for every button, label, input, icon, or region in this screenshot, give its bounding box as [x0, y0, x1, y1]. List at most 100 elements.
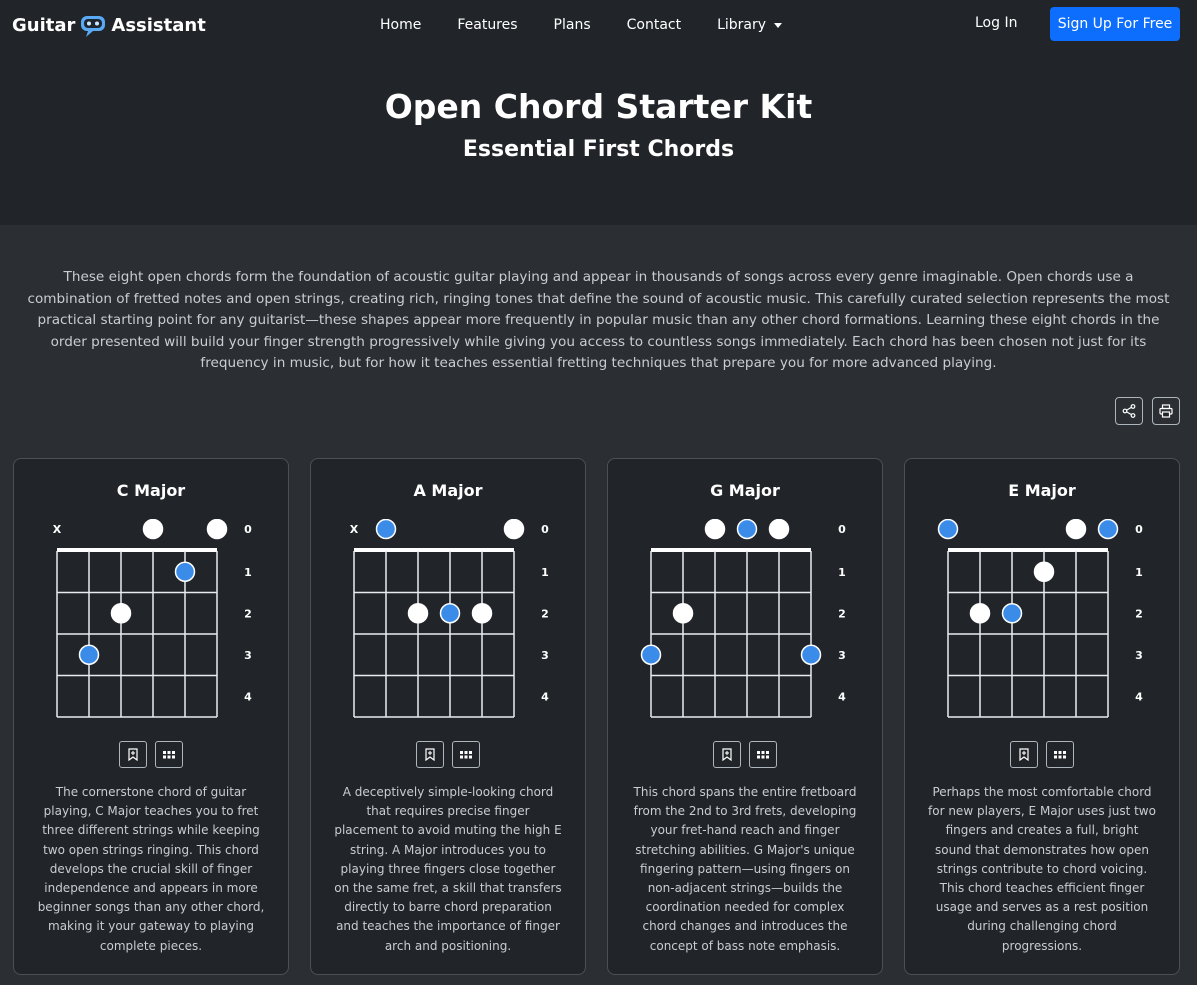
- nav-contact[interactable]: Contact: [609, 17, 699, 33]
- finger-dot: [174, 561, 196, 582]
- fret-label: 0: [1135, 523, 1143, 536]
- bookmark-button[interactable]: [119, 741, 147, 768]
- fret-label: 4: [244, 690, 252, 703]
- finger-dot: [1001, 603, 1023, 624]
- finger-dot: [375, 519, 397, 540]
- muted-marker: X: [53, 523, 62, 536]
- grid-icon: [163, 750, 175, 758]
- finger-dot: [672, 603, 694, 624]
- grid-view-button[interactable]: [155, 741, 183, 768]
- chord-actions: [311, 741, 585, 768]
- nav-links: Home Features Plans Contact Library: [362, 0, 800, 50]
- fret-label: 1: [1135, 566, 1143, 579]
- fret-label: 2: [244, 607, 252, 620]
- chord-actions: [608, 741, 882, 768]
- nut: [651, 548, 811, 552]
- finger-dot: [142, 519, 164, 540]
- brand-logo[interactable]: Guitar Assistant: [12, 12, 206, 38]
- bookmark-button[interactable]: [416, 741, 444, 768]
- fret-label: 1: [838, 566, 846, 579]
- page-title: Open Chord Starter Kit: [384, 87, 813, 126]
- share-button[interactable]: [1115, 397, 1143, 425]
- finger-dot: [471, 603, 493, 624]
- chord-name: C Major: [116, 481, 186, 500]
- fret-label: 4: [541, 690, 549, 703]
- finger-dot: [439, 603, 461, 624]
- finger-dot: [1065, 519, 1087, 540]
- nut: [948, 548, 1108, 552]
- nav-library-dropdown[interactable]: Library: [699, 17, 800, 33]
- grid-view-button[interactable]: [749, 741, 777, 768]
- fret-label: 3: [541, 649, 549, 662]
- print-button[interactable]: [1152, 397, 1180, 425]
- chord-card: A Major 0 1 2 3 4 X A deceptively simple-lookin…: [310, 458, 586, 975]
- fret-label: 1: [244, 566, 252, 579]
- bookmark-icon: [1019, 748, 1029, 761]
- bookmark-icon: [128, 748, 138, 761]
- fret-label: 2: [541, 607, 549, 620]
- chord-card: G Major 0 1 2 3 4 This chord spans the entire …: [607, 458, 883, 975]
- grid-view-button[interactable]: [1046, 741, 1074, 768]
- nav-plans[interactable]: Plans: [536, 17, 609, 33]
- grid-icon: [757, 750, 769, 758]
- hero-banner: Open Chord Starter Kit Essential First C…: [0, 50, 1197, 225]
- chord-card: E Major 0 1 2 3 4 Perhaps the most comfortable…: [904, 458, 1180, 975]
- nut: [57, 548, 217, 552]
- bookmark-button[interactable]: [1010, 741, 1038, 768]
- bookmark-icon: [722, 748, 732, 761]
- share-icon: [1122, 404, 1136, 418]
- nav-features[interactable]: Features: [439, 17, 535, 33]
- bookmark-button[interactable]: [713, 741, 741, 768]
- finger-dot: [110, 603, 132, 624]
- fret-label: 3: [838, 649, 846, 662]
- chord-name: E Major: [1008, 481, 1076, 500]
- fret-label: 2: [838, 607, 846, 620]
- printer-icon: [1159, 404, 1173, 418]
- chord-actions: [14, 741, 288, 768]
- grid-view-button[interactable]: [452, 741, 480, 768]
- finger-dot: [503, 519, 525, 540]
- brand-text-right: Assistant: [111, 14, 206, 36]
- grid-icon: [460, 750, 472, 758]
- fret-label: 3: [244, 649, 252, 662]
- navbar: Guitar Assistant Home Features Plans Con…: [0, 0, 1197, 50]
- finger-dot: [407, 603, 429, 624]
- finger-dot: [937, 519, 959, 540]
- fret-label: 1: [541, 566, 549, 579]
- finger-dot: [800, 644, 822, 665]
- finger-dot: [768, 519, 790, 540]
- fret-label: 0: [541, 523, 549, 536]
- chord-description: This chord spans the entire fretboard fr…: [633, 785, 857, 953]
- page-subtitle: Essential First Chords: [462, 137, 735, 162]
- fret-label: 4: [838, 690, 846, 703]
- fret-label: 0: [244, 523, 252, 536]
- signup-button[interactable]: Sign Up For Free: [1050, 7, 1180, 41]
- finger-dot: [736, 519, 758, 540]
- nav-library-label: Library: [717, 17, 767, 33]
- finger-dot: [640, 644, 662, 665]
- nav-home[interactable]: Home: [362, 17, 439, 33]
- robot-icon: [79, 14, 107, 37]
- chord-diagram: 0 1 2 3 4: [640, 519, 846, 718]
- fret-label: 0: [838, 523, 846, 536]
- chord-diagram: 0 1 2 3 4 X: [350, 519, 549, 718]
- chord-actions: [905, 741, 1179, 768]
- intro-text: These eight open chords form the foundat…: [27, 269, 1170, 372]
- chord-description: The cornerstone chord of guitar playing,…: [37, 785, 265, 953]
- brand-text-left: Guitar: [12, 14, 76, 36]
- finger-dot: [969, 603, 991, 624]
- fret-label: 4: [1135, 690, 1143, 703]
- nut: [354, 548, 514, 552]
- finger-dot: [704, 519, 726, 540]
- grid-icon: [1054, 750, 1066, 758]
- muted-marker: X: [350, 523, 359, 536]
- chord-card: C Major 0 1 2 3 4 X The cornerstone chord of gu…: [13, 458, 289, 975]
- chord-name: A Major: [413, 481, 483, 500]
- caret-down-icon: [774, 22, 783, 28]
- bookmark-icon: [425, 748, 435, 761]
- finger-dot: [1033, 561, 1055, 582]
- chord-description: A deceptively simple-looking chord that …: [334, 785, 562, 953]
- login-link[interactable]: Log In: [975, 15, 1017, 31]
- chord-diagram: 0 1 2 3 4 X: [53, 519, 252, 718]
- finger-dot: [78, 644, 100, 665]
